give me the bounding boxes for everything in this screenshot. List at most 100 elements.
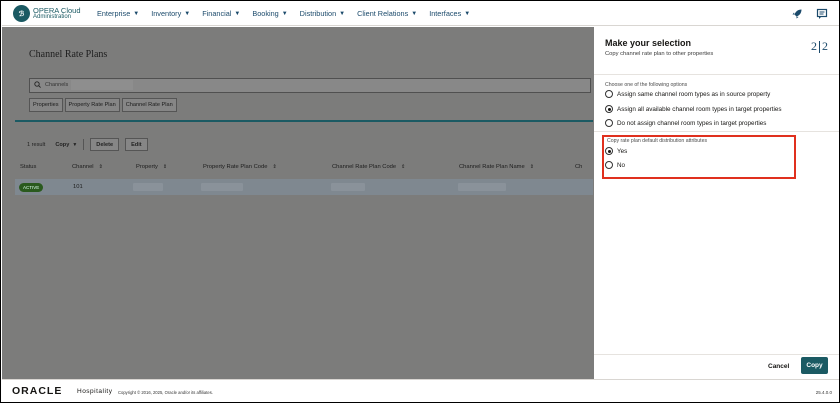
step-indicator: 22: [811, 39, 828, 54]
result-count: 1 result: [27, 141, 46, 148]
column-label: Channel Rate Plan Name: [459, 164, 525, 170]
selection-panel: Make your selection Copy channel rate pl…: [594, 27, 839, 379]
rocket-icon[interactable]: [791, 8, 803, 20]
chat-icon[interactable]: [816, 8, 828, 20]
sort-icon: ⇕: [98, 164, 103, 170]
sort-icon: ⇕: [529, 164, 534, 170]
column-label: Ch: [575, 164, 583, 170]
app-name: OPERA Cloud Administration: [33, 5, 81, 21]
redacted-channel-name: [458, 183, 506, 191]
caret-down-icon: ▼: [411, 10, 418, 17]
delete-button[interactable]: Delete: [90, 138, 120, 151]
panel-subtitle: Copy channel rate plan to other properti…: [605, 51, 714, 57]
main-menu: Enterprise ▼ Inventory ▼ Financial ▼ Bookin…: [97, 9, 482, 18]
chip-properties[interactable]: Properties: [29, 98, 63, 112]
menu-label: Financial: [202, 9, 232, 18]
step-divider: [819, 41, 820, 54]
column-label: Channel: [72, 164, 94, 170]
search-label: Channels: [45, 82, 69, 88]
top-navigation: ℬ OPERA Cloud Administration Enterprise ▼…: [2, 2, 839, 26]
divider: [594, 354, 839, 355]
highlight-box: [602, 135, 796, 179]
table-row[interactable]: [15, 179, 593, 195]
column-label: Status: [20, 164, 37, 170]
copy-menu-label: Copy: [55, 141, 70, 148]
oracle-logo: ORACLE: [12, 385, 63, 397]
option-all-room-types[interactable]: Assign all available channel room types …: [605, 105, 782, 113]
page-title: Channel Rate Plans: [29, 49, 108, 60]
col-status[interactable]: Status: [20, 164, 36, 170]
menu-enterprise[interactable]: Enterprise ▼: [97, 9, 139, 18]
cell-channel: 101: [73, 184, 83, 190]
menu-label: Distribution: [299, 9, 337, 18]
divider: [83, 139, 85, 150]
section-divider: [15, 120, 593, 122]
radio-icon: [605, 90, 613, 98]
menu-client-relations[interactable]: Client Relations ▼: [357, 9, 417, 18]
caret-down-icon: ▼: [72, 141, 78, 148]
menu-booking[interactable]: Booking ▼: [252, 9, 287, 18]
sort-icon: ⇕: [401, 164, 406, 170]
copy-menu-button[interactable]: Copy ▼: [55, 142, 77, 148]
status-badge: ACTIVE: [19, 183, 44, 192]
menu-interfaces[interactable]: Interfaces ▼: [429, 9, 470, 18]
step-current: 2: [811, 39, 817, 53]
redacted-property: [133, 183, 163, 191]
opera-cloud-logo[interactable]: ℬ OPERA Cloud Administration: [13, 5, 95, 22]
menu-label: Enterprise: [97, 9, 131, 18]
col-channel[interactable]: Channel ⇕: [72, 164, 103, 170]
search-icon: [34, 81, 41, 90]
redacted-rate-plan-code: [201, 183, 243, 191]
product-name: Hospitality: [77, 388, 113, 395]
table-header: Status Channel ⇕ Property ⇕ Property Rate …: [15, 164, 593, 174]
column-label: Property: [136, 164, 158, 170]
caret-down-icon: ▼: [281, 10, 288, 17]
copyright-text: Copyright © 2016, 2025, Oracle and/or it…: [118, 390, 213, 395]
panel-title: Make your selection: [605, 38, 692, 48]
sort-icon: ⇕: [162, 164, 168, 170]
caret-down-icon: ▼: [464, 10, 471, 17]
menu-financial[interactable]: Financial ▼: [202, 9, 240, 18]
menu-distribution[interactable]: Distribution ▼: [300, 9, 345, 18]
option-label: Assign same channel room types as in sou…: [617, 90, 771, 98]
redacted-value: [71, 80, 133, 90]
option-same-room-types[interactable]: Assign same channel room types as in sou…: [605, 90, 770, 98]
app-name-line2: Administration: [33, 13, 72, 20]
edit-button[interactable]: Edit: [125, 138, 148, 151]
col-property[interactable]: Property ⇕: [136, 164, 167, 170]
caret-down-icon: ▼: [184, 10, 191, 17]
menu-label: Inventory: [151, 9, 182, 18]
col-channel-rate-plan-name[interactable]: Channel Rate Plan Name ⇕: [459, 164, 534, 170]
version-text: 25.4.0.0: [815, 390, 832, 395]
option-label: Do not assign channel room types in targ…: [617, 119, 767, 127]
column-label: Channel Rate Plan Code: [332, 164, 397, 170]
radio-icon: [605, 119, 613, 127]
option-no-room-types[interactable]: Do not assign channel room types in targ…: [605, 119, 766, 127]
menu-label: Booking: [252, 9, 279, 18]
nav-icons: [791, 8, 828, 20]
caret-down-icon: ▼: [339, 10, 346, 17]
col-truncated[interactable]: Ch: [575, 164, 582, 170]
redacted-channel-code: [331, 183, 365, 191]
menu-label: Interfaces: [429, 9, 462, 18]
cancel-button[interactable]: Cancel: [768, 363, 789, 370]
chip-property-rate-plan[interactable]: Property Rate Plan: [64, 98, 120, 112]
menu-label: Client Relations: [357, 9, 409, 18]
sort-icon: ⇕: [272, 164, 277, 170]
divider: [594, 131, 839, 132]
col-property-rate-plan-code[interactable]: Property Rate Plan Code ⇕: [203, 164, 277, 170]
chip-channel-rate-plan[interactable]: Channel Rate Plan: [121, 98, 177, 112]
app-name-line1: OPERA Cloud: [33, 5, 81, 15]
menu-inventory[interactable]: Inventory ▼: [151, 9, 190, 18]
opera-logo-icon: ℬ: [13, 5, 30, 22]
caret-down-icon: ▼: [133, 10, 140, 17]
column-label: Property Rate Plan Code: [203, 164, 268, 170]
col-channel-rate-plan-code[interactable]: Channel Rate Plan Code ⇕: [332, 164, 405, 170]
footer: ORACLE Hospitality Copyright © 2016, 202…: [2, 379, 839, 402]
result-toolbar: 1 result Copy ▼ Delete Edit: [27, 138, 148, 151]
step-total: 2: [822, 39, 828, 53]
divider: [594, 74, 839, 75]
filter-chips: Properties Property Rate Plan Channel Ra…: [29, 98, 177, 112]
app-window: ℬ OPERA Cloud Administration Enterprise ▼…: [0, 0, 840, 403]
copy-button[interactable]: Copy: [801, 357, 828, 374]
